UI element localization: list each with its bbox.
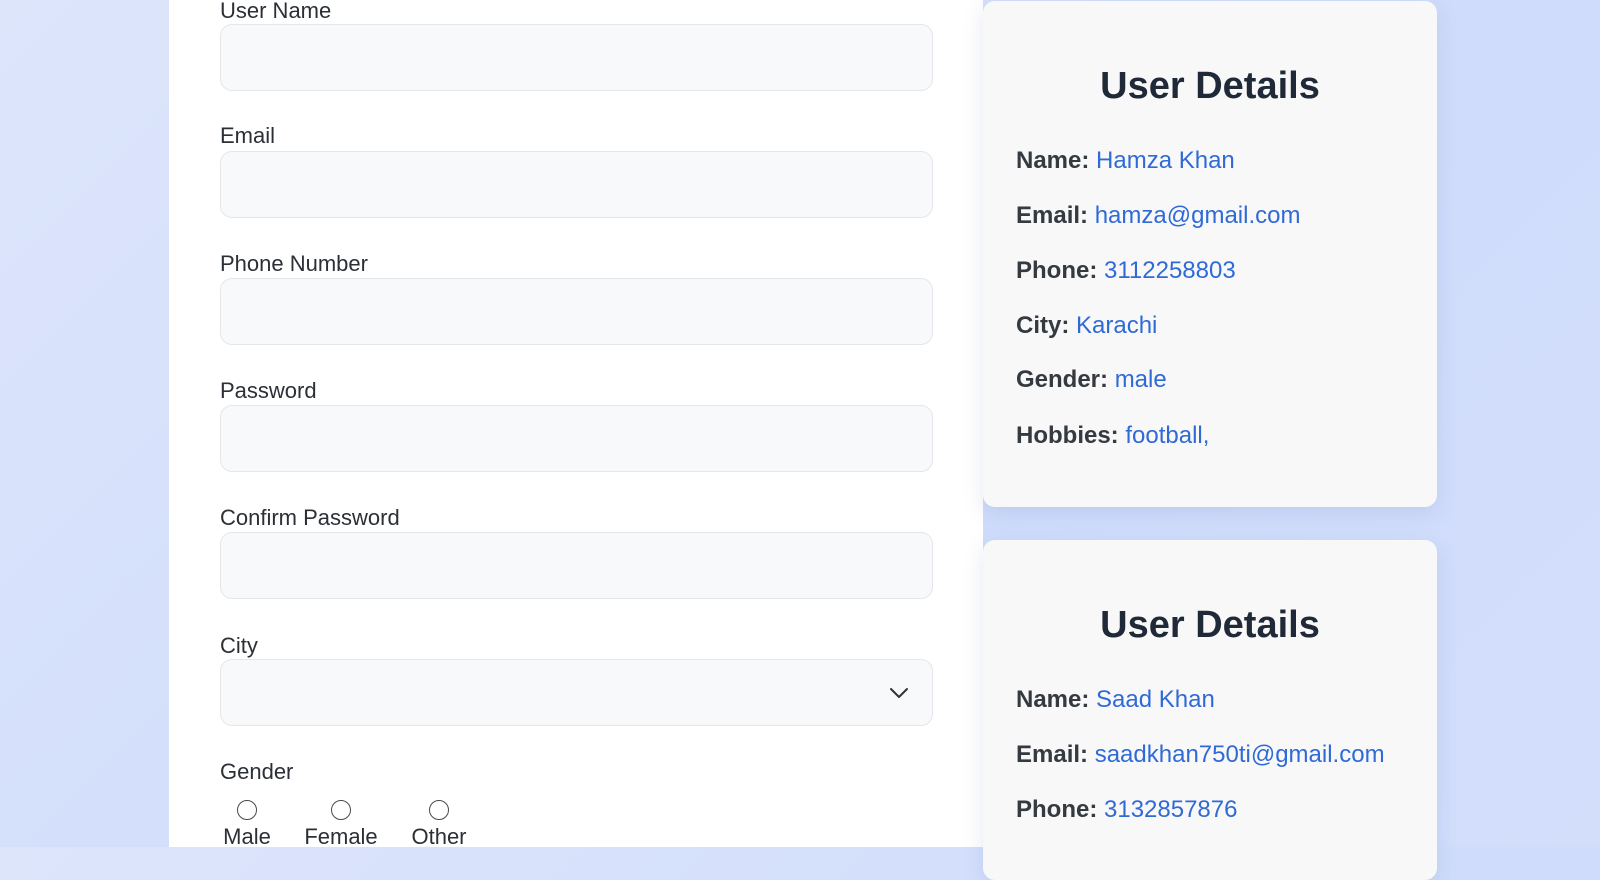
radio-male[interactable] <box>237 800 257 820</box>
detail-row-hobbies: Hobbies: football, <box>1016 422 1210 449</box>
email-input[interactable] <box>220 151 933 218</box>
detail-row-city: City: Karachi <box>1016 312 1158 339</box>
gender-option-label: Other <box>411 824 467 849</box>
gender-option-female[interactable]: Female <box>299 800 383 850</box>
card-title: User Details <box>1100 65 1320 107</box>
gender-radio-group: Male Female Other <box>220 800 520 860</box>
gender-option-other[interactable]: Other <box>407 800 471 850</box>
detail-row-email: Email: hamza@gmail.com <box>1016 202 1301 229</box>
radio-female[interactable] <box>331 800 351 820</box>
phone-label: Phone Number <box>220 251 368 276</box>
gender-option-label: Male <box>223 824 271 849</box>
radio-other[interactable] <box>429 800 449 820</box>
detail-row-name: Name: Hamza Khan <box>1016 147 1235 174</box>
username-input[interactable] <box>220 24 933 91</box>
city-select[interactable] <box>220 659 933 726</box>
detail-row-phone: Phone: 3132857876 <box>1016 796 1238 823</box>
gender-option-label: Female <box>304 824 378 849</box>
registration-form: User Name Email Phone Number Password Co… <box>169 0 983 849</box>
phone-input[interactable] <box>220 278 933 345</box>
detail-row-phone: Phone: 3112258803 <box>1016 257 1236 284</box>
card-title: User Details <box>1100 604 1320 646</box>
confirm-password-input[interactable] <box>220 532 933 599</box>
email-label: Email <box>220 123 276 148</box>
username-label: User Name <box>220 0 332 23</box>
gender-option-male[interactable]: Male <box>220 800 274 850</box>
detail-row-gender: Gender: male <box>1016 366 1167 393</box>
detail-row-email: Email: saadkhan750ti@gmail.com <box>1016 741 1385 768</box>
user-details-card: User Details Name: Saad Khan Email: saad… <box>983 540 1437 880</box>
password-input[interactable] <box>220 405 933 472</box>
password-label: Password <box>220 378 317 403</box>
gender-label: Gender <box>220 759 294 784</box>
confirm-password-label: Confirm Password <box>220 505 400 530</box>
chevron-down-icon <box>890 688 908 698</box>
user-details-card: User Details Name: Hamza Khan Email: ham… <box>983 1 1437 507</box>
detail-row-name: Name: Saad Khan <box>1016 686 1215 713</box>
city-label: City <box>220 633 258 658</box>
